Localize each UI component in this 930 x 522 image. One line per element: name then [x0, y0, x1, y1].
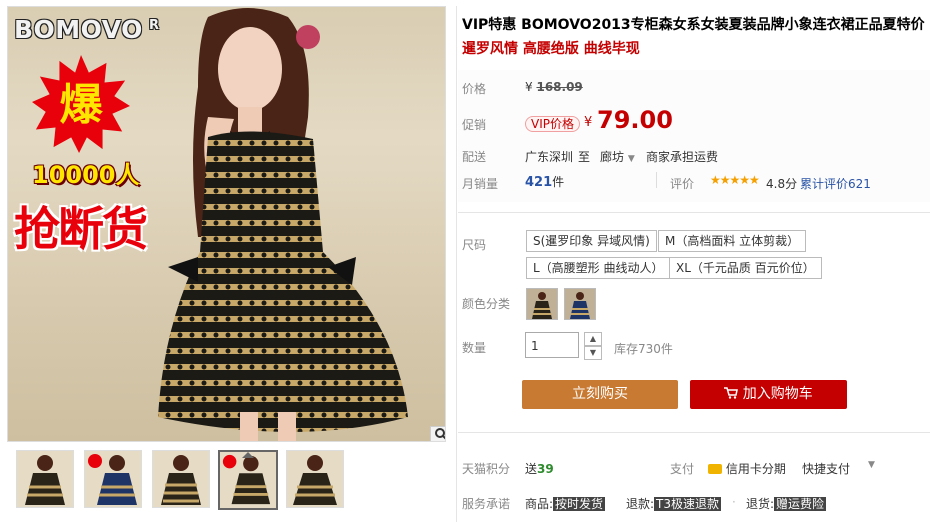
service-item-3: 退货: 赠运费险: [746, 497, 827, 511]
ship-from: 广东深圳: [525, 150, 574, 164]
quick-pay[interactable]: 快捷支付: [802, 460, 850, 477]
size-option-l[interactable]: L（高腰塑形 曲线动人）: [526, 257, 671, 279]
thumbnail-2[interactable]: [84, 450, 142, 508]
price-label: 价格: [462, 82, 487, 96]
stock-count: 库存730件: [614, 342, 673, 356]
product-title: VIP特惠 BOMOVO2013专柜森女系女装夏装品牌小象连衣裙正品夏特价: [462, 17, 925, 33]
credit-installment[interactable]: 信用卡分期: [708, 460, 786, 477]
cart-icon: [724, 386, 742, 402]
total-reviews-link[interactable]: 累计评价621: [800, 175, 871, 192]
service-item-1: 商品: 按时发货: [525, 497, 606, 511]
ship-to-word: 至: [578, 150, 591, 164]
service-dot: ·: [732, 495, 736, 509]
service-label: 服务承诺: [462, 497, 511, 511]
original-price: ¥ 168.09: [525, 80, 583, 94]
points-label: 天猫积分: [462, 462, 511, 476]
vip-badge: VIP价格: [525, 113, 580, 132]
thumbnail-5[interactable]: [286, 450, 344, 508]
shipping-fee: 商家承担运费: [646, 150, 719, 164]
size-option-xl[interactable]: XL（千元品质 百元价位）: [669, 257, 822, 279]
svg-text:爆: 爆: [59, 81, 103, 131]
column-divider: [456, 6, 457, 522]
add-to-cart-button[interactable]: 加入购物车: [690, 380, 847, 409]
zoom-icon[interactable]: [430, 426, 445, 441]
quantity-down-icon[interactable]: ▼: [584, 346, 602, 360]
product-subtitle: 暹罗风情 高腰绝版 曲线毕现: [462, 41, 640, 57]
separator-bottom: [458, 432, 930, 433]
color-swatch-black[interactable]: [526, 288, 558, 320]
ship-to-select[interactable]: 廊坊 ▼: [600, 148, 635, 165]
promo-label: 促销: [462, 118, 487, 132]
color-label: 颜色分类: [462, 297, 511, 311]
thumbnail-3[interactable]: [152, 450, 210, 508]
thumbnail-1[interactable]: [16, 450, 74, 508]
model-figure: [158, 8, 408, 441]
quantity-label: 数量: [462, 341, 487, 355]
size-option-m[interactable]: M（高档面料 立体剪裁）: [658, 230, 807, 252]
sales-label: 月销量: [462, 177, 499, 191]
color-swatch-blue[interactable]: [564, 288, 596, 320]
separator: [458, 212, 930, 213]
sold-count-text: 10000人: [32, 161, 140, 189]
size-option-s[interactable]: S(暹罗印象 异域风情): [526, 230, 657, 252]
sales-divider: [656, 172, 657, 188]
sold-out-text: 抢断货: [14, 202, 148, 256]
thumbnail-4[interactable]: [218, 450, 278, 510]
points-value: 送39: [525, 462, 554, 476]
main-product-image[interactable]: BOMOVO R 爆 10000人 抢断货: [7, 6, 446, 442]
size-label: 尺码: [462, 238, 487, 252]
quantity-up-icon[interactable]: ▲: [584, 332, 602, 346]
promo-price: 79.00: [597, 106, 673, 134]
payment-label: 支付: [670, 462, 695, 476]
rating-score: 4.8分: [766, 177, 798, 191]
monthly-sales: 421件: [525, 175, 565, 190]
chevron-down-icon: ▼: [627, 154, 635, 164]
shipping-label: 配送: [462, 150, 487, 164]
payment-chevron-icon[interactable]: ▼: [868, 460, 875, 470]
rating-label: 评价: [670, 177, 695, 191]
burst-badge: 爆: [32, 55, 130, 153]
promo-currency: ¥: [584, 115, 593, 130]
service-item-2: 退款: T3极速退款: [626, 497, 722, 511]
rating-stars: ★★★★★: [710, 173, 760, 187]
thumbnail-strip: [12, 450, 352, 512]
buy-now-button[interactable]: 立刻购买: [522, 380, 678, 409]
quantity-input[interactable]: 1: [525, 332, 579, 358]
credit-card-icon: [708, 464, 722, 474]
